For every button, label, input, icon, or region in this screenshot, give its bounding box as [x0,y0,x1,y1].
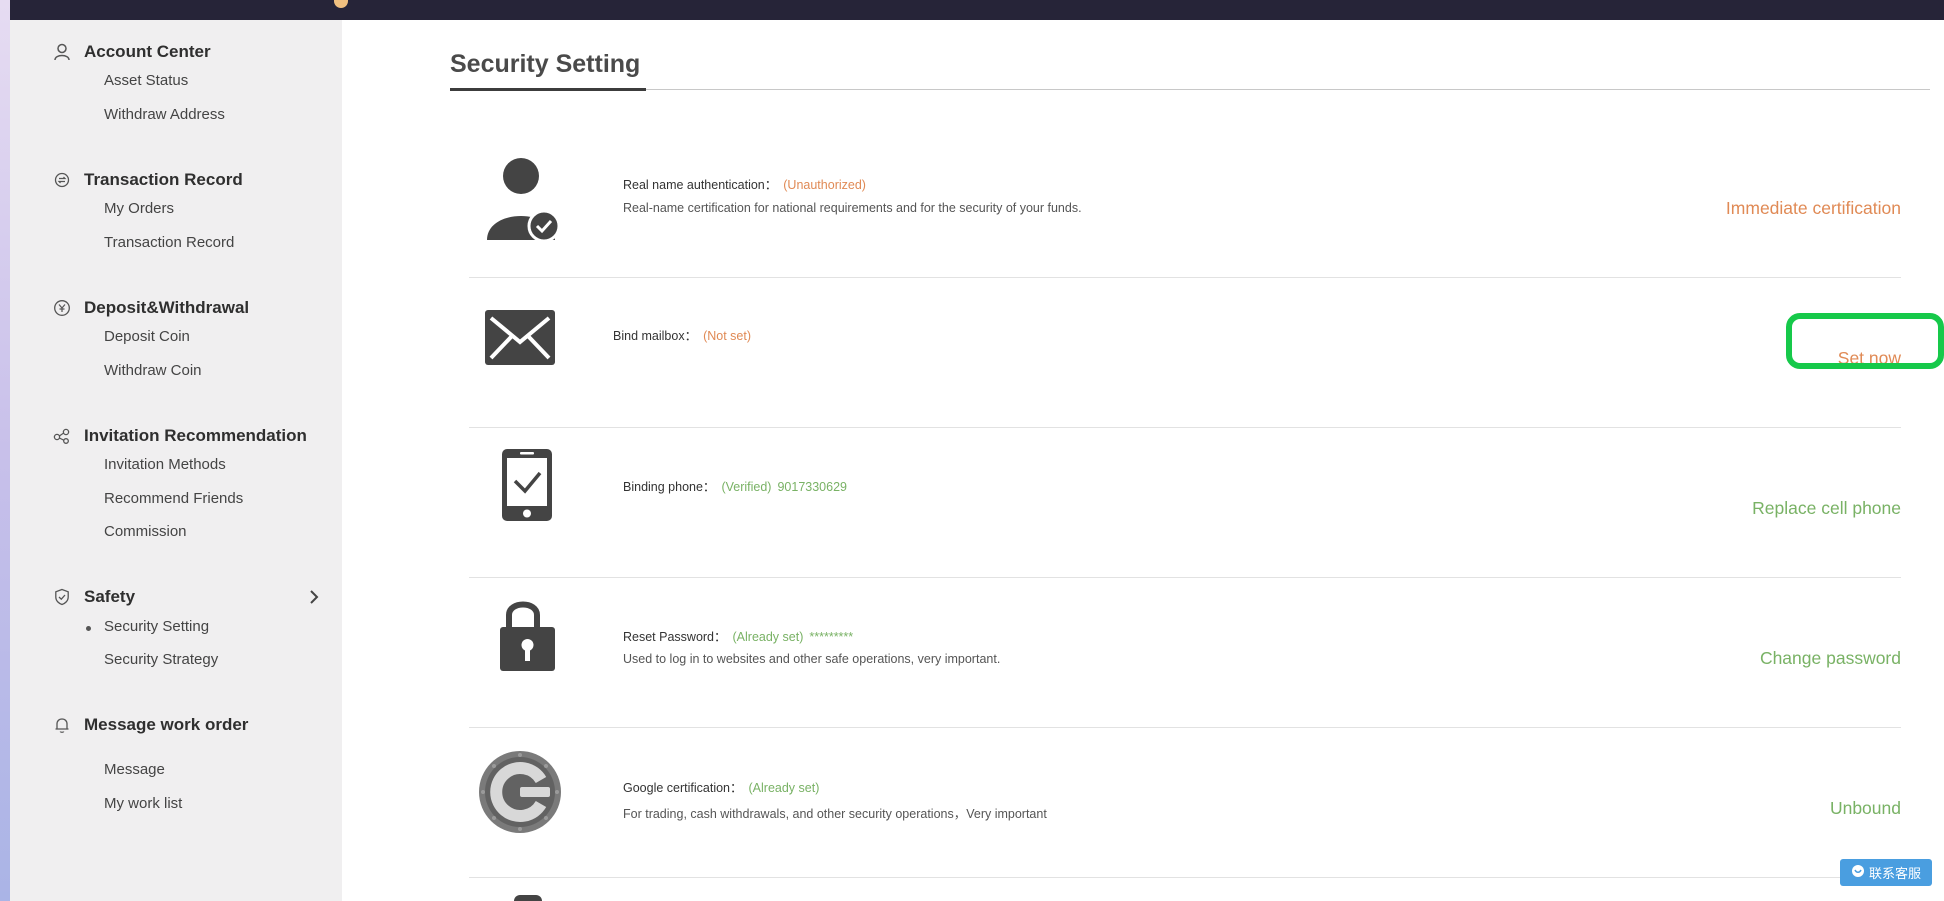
row-label-line: Google certification： (Already set) [623,777,819,796]
coin-icon [52,298,72,318]
security-row-phone: Binding phone： (Verified) 9017330629 Repla… [469,430,1901,580]
customer-service-label: 联系客服 [1868,866,1921,881]
sidebar-section-header[interactable]: Transaction Record [10,168,342,192]
sidebar-item-deposit-coin[interactable]: Deposit Coin [104,328,190,345]
security-row-google: Google certification： (Already set) For t… [469,730,1901,880]
sidebar-item-message[interactable]: Message [104,761,165,778]
share-icon [52,426,72,446]
security-row-real-name: Real name authentication： (Unauthorized) … [469,130,1901,280]
row-label-line: Real name authentication： (Unauthorized) [623,174,866,193]
sidebar-section-header[interactable]: Message work order [10,713,342,737]
row-label: Reset Password： [623,630,727,644]
user-icon [52,42,72,62]
row-divider [469,577,1901,578]
replace-cell-phone-link[interactable]: Replace cell phone [1752,498,1901,519]
logo-fragment [334,0,348,8]
set-now-highlight [1786,313,1944,369]
mail-icon [469,290,569,390]
row-label: Bind mailbox： [613,329,698,343]
row-label: Real name authentication： [623,178,778,192]
sidebar-section-account-center: Account Center [10,40,342,64]
sidebar-item-my-work-list[interactable]: My work list [104,795,182,812]
customer-service-button[interactable]: 联系客服 [1840,859,1932,886]
row-status: (Unauthorized) [783,178,866,192]
row-label-line: Reset Password： (Already set) ********* [623,626,853,645]
change-password-link[interactable]: Change password [1760,648,1901,669]
sidebar-item-withdraw-address[interactable]: Withdraw Address [104,106,225,123]
top-bar [10,0,1944,20]
shield-icon [52,587,72,607]
row-divider [469,877,1901,878]
immediate-certification-link[interactable]: Immediate certification [1726,198,1901,219]
title-divider [450,89,1930,90]
sidebar: Account Center Asset Status Withdraw Add… [10,20,342,901]
chat-icon [1851,864,1865,881]
lock-icon [469,595,569,695]
row-divider [469,727,1901,728]
row-divider [469,277,1901,278]
sidebar-section-title: Message work order [84,715,249,734]
exchange-icon [52,170,72,190]
row-status: (Verified) [721,480,772,494]
sidebar-item-commission[interactable]: Commission [104,523,187,540]
row-divider [469,427,1901,428]
row-label: Binding phone： [623,480,716,494]
main-content: Security Setting Real name authenticatio… [342,20,1944,901]
sidebar-item-transaction-record[interactable]: Transaction Record [104,234,234,251]
sidebar-section-deposit-withdrawal: Deposit&Withdrawal [10,296,342,320]
chevron-right-icon [306,587,322,607]
sidebar-section-header[interactable]: Account Center [10,40,342,64]
sidebar-item-security-strategy[interactable]: Security Strategy [104,651,218,668]
title-underline [450,88,646,91]
sidebar-section-header[interactable]: Safety [10,585,342,609]
row-description: Used to log in to websites and other saf… [623,652,1001,666]
sidebar-item-security-setting[interactable]: Security Setting [85,618,209,635]
sidebar-section-safety: Safety [10,585,342,609]
sidebar-section-title: Invitation Recommendation [84,426,307,445]
security-row-mailbox: Bind mailbox： (Not set) Set now [469,280,1901,430]
row-label: Google certification： [623,781,743,795]
row-description: Real-name certification for national req… [623,201,1082,215]
sidebar-section-transaction-record: Transaction Record [10,168,342,192]
row-label-line: Binding phone： (Verified) 9017330629 [623,476,847,495]
sidebar-section-title: Safety [84,587,136,606]
phone-number: 9017330629 [777,480,847,494]
sidebar-section-invitation-recommendation: Invitation Recommendation [10,424,342,448]
security-row-password: Reset Password： (Already set) ********* Us… [469,580,1901,730]
google-authenticator-icon [469,742,569,842]
unbound-link[interactable]: Unbound [1830,798,1901,819]
sidebar-section-message-work-order: Message work order [10,713,342,737]
row-status: (Already set) [748,781,820,795]
sidebar-section-header[interactable]: Invitation Recommendation [10,424,342,448]
page-title: Security Setting [450,50,641,78]
sidebar-item-withdraw-coin[interactable]: Withdraw Coin [104,362,202,379]
row-description: For trading, cash withdrawals, and other… [623,807,1047,821]
sidebar-section-title: Deposit&Withdrawal [84,298,250,317]
masked-password: ********* [809,630,854,644]
partial-row-icon [514,895,542,901]
sidebar-item-invitation-methods[interactable]: Invitation Methods [104,456,226,473]
user-verified-icon [469,150,569,250]
sidebar-item-my-orders[interactable]: My Orders [104,200,174,217]
row-label-line: Bind mailbox： (Not set) [613,325,751,344]
phone-check-icon [469,445,569,545]
sidebar-item-asset-status[interactable]: Asset Status [104,72,188,89]
row-status: (Not set) [703,329,752,343]
row-status: (Already set) [732,630,804,644]
bell-icon [52,715,72,735]
sidebar-item-recommend-friends[interactable]: Recommend Friends [104,490,243,507]
sidebar-section-title: Account Center [84,42,211,61]
sidebar-section-header[interactable]: Deposit&Withdrawal [10,296,342,320]
sidebar-section-title: Transaction Record [84,170,243,189]
